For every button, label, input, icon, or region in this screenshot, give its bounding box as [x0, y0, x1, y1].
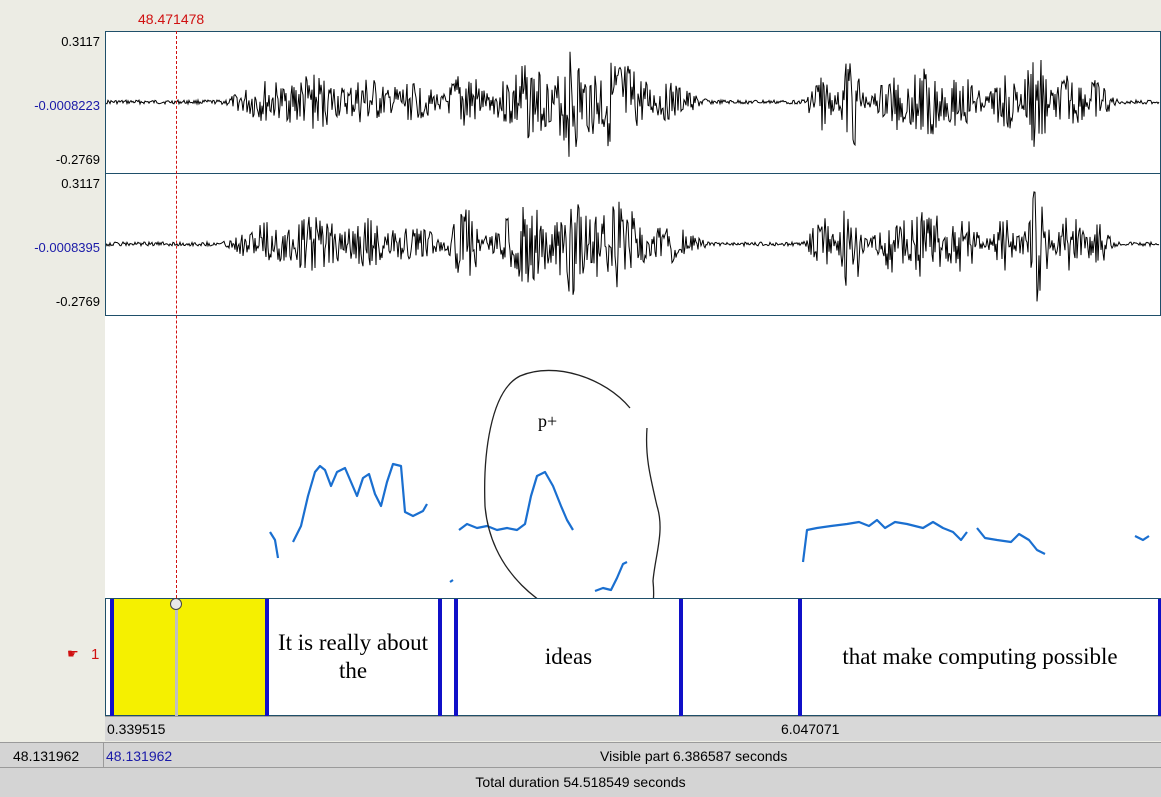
ruler-right-value: 6.047071 [781, 721, 840, 737]
interval-text-3[interactable]: ideas [458, 643, 679, 671]
tier-number: 1 [91, 646, 100, 663]
ch1-mid-label: -0.0008223 [34, 98, 100, 113]
tier-1[interactable]: It is really about the ideas that make c… [105, 598, 1161, 717]
ch2-min-label: -0.2769 [55, 294, 100, 309]
pitch-track-svg [269, 369, 1150, 598]
window-start-black: 48.131962 [13, 748, 80, 764]
ch2-mid-label: -0.0008395 [34, 240, 100, 255]
ch2-max-label: 0.3117 [61, 176, 100, 191]
pitch-segment [801, 518, 968, 563]
pitch-segment [594, 561, 628, 593]
pitch-segment [458, 470, 574, 532]
ch1-min-label: -0.2769 [55, 152, 100, 167]
pitch-panel[interactable]: p+ [105, 316, 1161, 598]
interval-boundary[interactable] [679, 599, 683, 717]
pitch-segment [449, 579, 454, 583]
waveform-channel-1[interactable] [105, 31, 1161, 174]
visible-part-text: Visible part 6.386587 seconds [600, 748, 788, 764]
interval-text-1[interactable]: It is really about the [269, 629, 437, 685]
waveform-channel-2[interactable] [105, 173, 1161, 316]
tier-pointer-icon[interactable]: ☛ [67, 646, 79, 662]
pitch-segment [269, 531, 280, 559]
selection-highlight[interactable] [110, 599, 269, 715]
cursor-line-selection[interactable] [175, 604, 178, 716]
interval-boundary[interactable] [110, 599, 114, 717]
pitch-annotation: p+ [538, 411, 558, 431]
pitch-segment [1134, 535, 1150, 542]
hand-drawn-circle [484, 369, 661, 598]
cursor-time-label: 48.471478 [138, 11, 205, 27]
waveform-2-svg [106, 191, 1160, 302]
cursor-handle[interactable] [170, 598, 182, 610]
ruler-row [105, 716, 1161, 741]
visible-part-bar[interactable] [0, 742, 1161, 767]
waveform-1-svg [106, 51, 1160, 157]
pitch-segment [976, 527, 1046, 555]
bar-divider [103, 742, 104, 767]
interval-boundary[interactable] [438, 599, 442, 717]
cursor-line[interactable] [176, 31, 177, 598]
pitch-segment [292, 462, 428, 543]
ch1-max-label: 0.3117 [61, 34, 100, 49]
window-start-blue: 48.131962 [106, 748, 173, 764]
interval-text-5[interactable]: that make computing possible [802, 643, 1158, 671]
total-duration-text: Total duration 54.518549 seconds [475, 774, 686, 790]
ruler-left-value: 0.339515 [107, 721, 166, 737]
